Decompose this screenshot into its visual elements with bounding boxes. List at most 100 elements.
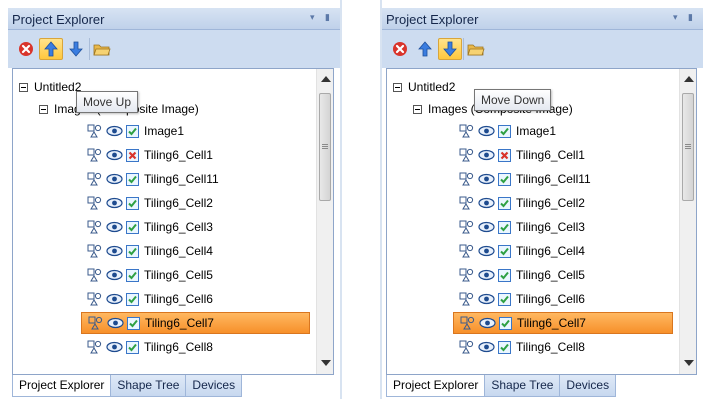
visibility-eye-icon[interactable] — [106, 125, 123, 137]
tree-item[interactable]: Tiling6_Cell4 — [87, 240, 213, 262]
tree-item-label: Tiling6_Cell8 — [516, 340, 585, 354]
tree-item-selected[interactable]: Tiling6_Cell7 — [81, 312, 310, 334]
move-down-button[interactable] — [64, 38, 88, 60]
visibility-eye-icon[interactable] — [478, 221, 495, 233]
visibility-eye-icon[interactable] — [106, 173, 123, 185]
checkbox-checked-icon[interactable] — [126, 292, 139, 306]
scroll-thumb[interactable] — [319, 93, 331, 201]
item-icons — [88, 316, 140, 330]
tab-devices[interactable]: Devices — [185, 375, 243, 397]
checkbox-checked-icon[interactable] — [499, 316, 512, 330]
tree-item[interactable]: Tiling6_Cell1 — [87, 144, 213, 166]
tree-item[interactable]: Tiling6_Cell4 — [459, 240, 585, 262]
scroll-down-icon[interactable] — [684, 360, 694, 366]
tree-item[interactable]: Tiling6_Cell5 — [87, 264, 213, 286]
move-up-button[interactable] — [39, 38, 63, 60]
visibility-eye-icon[interactable] — [106, 197, 123, 209]
item-icons — [459, 340, 511, 354]
checkbox-cross-icon[interactable] — [126, 148, 139, 162]
checkbox-checked-icon[interactable] — [126, 172, 139, 186]
visibility-eye-icon[interactable] — [478, 269, 495, 281]
visibility-eye-icon[interactable] — [478, 293, 495, 305]
panel-window-buttons[interactable]: ▾ ▮ — [310, 12, 334, 23]
visibility-eye-icon[interactable] — [479, 317, 496, 329]
tab-shape-tree[interactable]: Shape Tree — [484, 375, 561, 397]
visibility-eye-icon[interactable] — [478, 173, 495, 185]
delete-button[interactable] — [14, 38, 38, 60]
checkbox-checked-icon[interactable] — [126, 268, 139, 282]
checkbox-checked-icon[interactable] — [498, 244, 511, 258]
checkbox-checked-icon[interactable] — [126, 196, 139, 210]
tree-item[interactable]: Tiling6_Cell8 — [459, 336, 585, 358]
visibility-eye-icon[interactable] — [478, 341, 495, 353]
checkbox-checked-icon[interactable] — [126, 124, 139, 138]
project-tree[interactable]: Untitled2 Images (Composite Image) Image… — [386, 68, 697, 375]
tree-item[interactable]: Image1 — [87, 120, 184, 142]
tree-node-root[interactable]: Untitled2 — [19, 76, 81, 98]
tree-item[interactable]: Tiling6_Cell1 — [459, 144, 585, 166]
vertical-scrollbar[interactable] — [316, 69, 333, 374]
visibility-eye-icon[interactable] — [106, 221, 123, 233]
shape-icon — [459, 292, 475, 306]
checkbox-checked-icon[interactable] — [126, 244, 139, 258]
collapse-icon[interactable] — [19, 82, 28, 92]
tree-item[interactable]: Tiling6_Cell3 — [87, 216, 213, 238]
checkbox-checked-icon[interactable] — [498, 172, 511, 186]
collapse-icon[interactable] — [393, 82, 402, 92]
collapse-icon[interactable] — [39, 104, 48, 114]
open-folder-button[interactable] — [89, 38, 113, 60]
scroll-thumb[interactable] — [682, 93, 694, 201]
tree-item[interactable]: Tiling6_Cell2 — [87, 192, 213, 214]
open-folder-button[interactable] — [463, 38, 487, 60]
tree-item[interactable]: Tiling6_Cell6 — [459, 288, 585, 310]
collapse-icon[interactable] — [413, 104, 422, 114]
checkbox-checked-icon[interactable] — [498, 196, 511, 210]
panel-titlebar: Project Explorer ▾ ▮ — [382, 8, 703, 30]
checkbox-checked-icon[interactable] — [127, 316, 140, 330]
tree-item[interactable]: Tiling6_Cell8 — [87, 336, 213, 358]
tree-node-root[interactable]: Untitled2 — [393, 76, 455, 98]
checkbox-cross-icon[interactable] — [498, 148, 511, 162]
checkbox-checked-icon[interactable] — [126, 340, 139, 354]
visibility-eye-icon[interactable] — [106, 293, 123, 305]
scroll-up-icon[interactable] — [684, 76, 694, 82]
delete-button[interactable] — [388, 38, 412, 60]
scroll-down-icon[interactable] — [321, 360, 331, 366]
checkbox-checked-icon[interactable] — [126, 220, 139, 234]
scroll-up-icon[interactable] — [321, 76, 331, 82]
tree-item-label: Image1 — [144, 124, 185, 138]
tab-shape-tree[interactable]: Shape Tree — [110, 375, 187, 397]
checkbox-checked-icon[interactable] — [498, 220, 511, 234]
shape-icon — [459, 268, 475, 282]
tab-devices[interactable]: Devices — [559, 375, 617, 397]
tab-project-explorer[interactable]: Project Explorer — [386, 375, 486, 397]
tree-item[interactable]: Tiling6_Cell6 — [87, 288, 213, 310]
visibility-eye-icon[interactable] — [478, 197, 495, 209]
visibility-eye-icon[interactable] — [478, 149, 495, 161]
visibility-eye-icon[interactable] — [107, 317, 124, 329]
checkbox-checked-icon[interactable] — [498, 292, 511, 306]
move-down-button[interactable] — [438, 38, 462, 60]
checkbox-checked-icon[interactable] — [498, 340, 511, 354]
tree-item[interactable]: Tiling6_Cell3 — [459, 216, 585, 238]
tree-item[interactable]: Tiling6_Cell11 — [87, 168, 219, 190]
item-icons — [460, 316, 512, 330]
project-tree[interactable]: Untitled2 Images (Composite Image) Image… — [12, 68, 334, 375]
checkbox-checked-icon[interactable] — [498, 268, 511, 282]
visibility-eye-icon[interactable] — [106, 341, 123, 353]
visibility-eye-icon[interactable] — [478, 125, 495, 137]
panel-window-buttons[interactable]: ▾ ▮ — [673, 12, 697, 23]
vertical-scrollbar[interactable] — [679, 69, 696, 374]
tree-item[interactable]: Tiling6_Cell11 — [459, 168, 591, 190]
tree-item-selected[interactable]: Tiling6_Cell7 — [453, 312, 673, 334]
visibility-eye-icon[interactable] — [106, 149, 123, 161]
checkbox-checked-icon[interactable] — [498, 124, 511, 138]
visibility-eye-icon[interactable] — [106, 245, 123, 257]
visibility-eye-icon[interactable] — [478, 245, 495, 257]
tree-item[interactable]: Image1 — [459, 120, 556, 142]
tree-item[interactable]: Tiling6_Cell5 — [459, 264, 585, 286]
visibility-eye-icon[interactable] — [106, 269, 123, 281]
tree-item[interactable]: Tiling6_Cell2 — [459, 192, 585, 214]
move-up-button[interactable] — [413, 38, 437, 60]
tab-project-explorer[interactable]: Project Explorer — [12, 375, 112, 397]
